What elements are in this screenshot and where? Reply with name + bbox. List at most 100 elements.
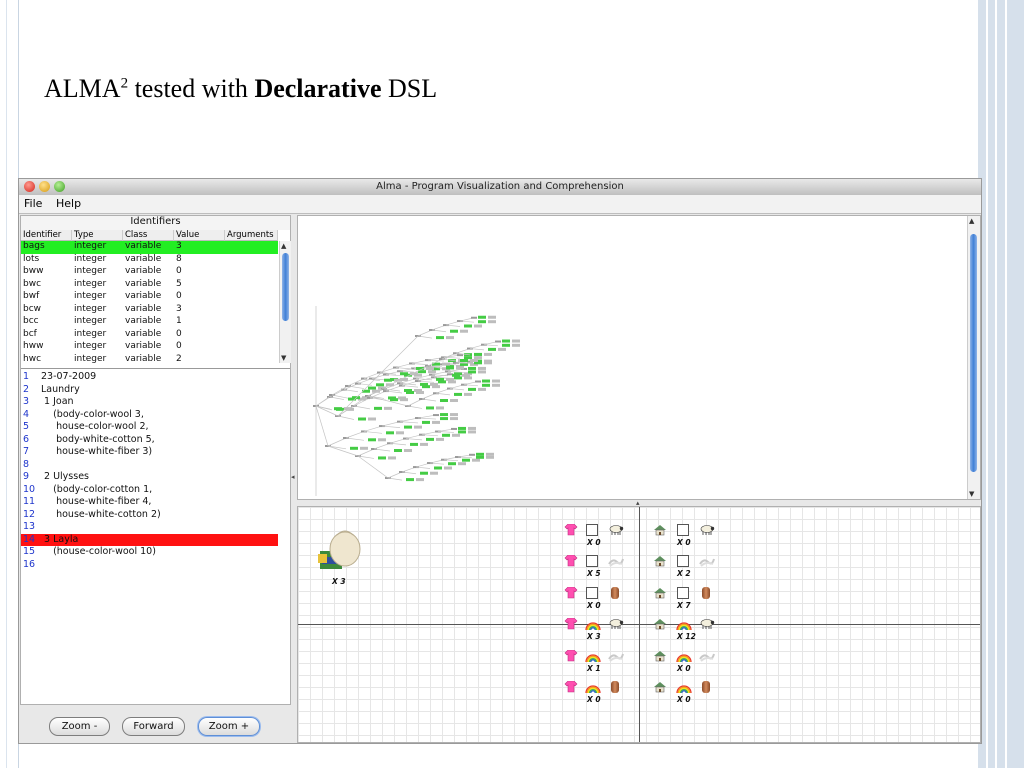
- zoom-minus-button[interactable]: Zoom -: [49, 717, 110, 736]
- title-bar: Alma - Program Visualization and Compreh…: [19, 179, 981, 196]
- count-label: X 1: [587, 664, 601, 673]
- scroll-down-arrow-icon[interactable]: ▼: [281, 354, 286, 362]
- table-row[interactable]: bcf integer variable 0: [21, 329, 278, 342]
- menu-file[interactable]: File: [24, 197, 42, 210]
- zoom-plus-button[interactable]: Zoom +: [198, 717, 260, 736]
- code-line[interactable]: 9 2 Ulysses: [21, 471, 278, 484]
- table-row[interactable]: bww integer variable 0: [21, 266, 278, 279]
- house-icon: [654, 619, 666, 630]
- cell-class: variable: [125, 353, 162, 364]
- tree-scrollbar[interactable]: ▲ ▼: [967, 216, 980, 499]
- identifiers-scrollbar[interactable]: ▲ ▼: [279, 241, 291, 363]
- line-number: 12: [23, 508, 36, 520]
- code-line[interactable]: 4 (body-color-wool 3,: [21, 409, 278, 422]
- scroll-up-arrow-icon[interactable]: ▲: [969, 217, 974, 225]
- cell-type: integer: [74, 291, 107, 301]
- code-line[interactable]: 13: [21, 521, 278, 534]
- scroll-up-arrow-icon[interactable]: ▲: [281, 242, 286, 250]
- rainbow-icon: [585, 654, 601, 663]
- slide-decoration-band: [978, 0, 1024, 768]
- cell-value: 3: [176, 241, 182, 251]
- line-number: 2: [23, 383, 30, 395]
- white-box-icon: [586, 555, 598, 567]
- cell-value: 3: [176, 303, 182, 314]
- code-text: 23-07-2009: [41, 371, 97, 382]
- cell-class: variable: [125, 303, 162, 314]
- line-number: 1: [23, 371, 30, 382]
- code-line[interactable]: 11 house-white-fiber 4,: [21, 496, 278, 509]
- white-box-icon: [586, 587, 598, 599]
- cell-type: integer: [74, 266, 107, 276]
- table-row[interactable]: bwf integer variable 0: [21, 291, 278, 304]
- alma-window: Alma - Program Visualization and Compreh…: [18, 178, 982, 744]
- code-line[interactable]: 7 house-white-fiber 3): [21, 446, 278, 459]
- white-box-icon: [586, 524, 598, 536]
- white-box-icon: [677, 555, 689, 567]
- count-label: X 0: [677, 664, 691, 673]
- cell-id: bwc: [23, 278, 42, 289]
- menu-help[interactable]: Help: [56, 197, 81, 210]
- forward-button[interactable]: Forward: [122, 717, 185, 736]
- cotton-roll-icon: [702, 587, 710, 599]
- cell-type: integer: [74, 353, 107, 364]
- shirt-icon: [564, 681, 578, 693]
- cell-type: integer: [74, 328, 107, 339]
- derivation-tree-view[interactable]: ▲ ▼: [297, 215, 981, 500]
- sheep-icon: [609, 619, 624, 629]
- identifiers-header: Identifiers: [21, 216, 290, 230]
- derivation-tree: [313, 306, 520, 496]
- count-label: X 2: [677, 569, 691, 578]
- code-line[interactable]: 5 house-color-wool 2,: [21, 421, 278, 434]
- cell-type: integer: [74, 316, 107, 326]
- scroll-thumb[interactable]: [282, 253, 289, 321]
- column-header-type[interactable]: Type: [72, 230, 123, 241]
- cell-value: 0: [176, 341, 182, 351]
- rainbow-icon: [676, 622, 692, 631]
- code-line[interactable]: 10 (body-color-cotton 1,: [21, 484, 278, 497]
- column-header-value[interactable]: Value: [174, 230, 225, 241]
- cell-type: integer: [74, 341, 107, 351]
- count-label: X 0: [677, 538, 691, 547]
- scroll-thumb[interactable]: [970, 234, 977, 472]
- code-line[interactable]: 2 Laundry: [21, 384, 278, 397]
- column-header-arguments[interactable]: Arguments: [225, 230, 278, 241]
- code-line[interactable]: 8: [21, 459, 278, 472]
- code-line[interactable]: 6 body-white-cotton 5,: [21, 434, 278, 447]
- line-number: 4: [23, 408, 30, 420]
- cell-type: integer: [74, 278, 107, 289]
- cell-id: bwf: [23, 291, 40, 301]
- scroll-down-arrow-icon[interactable]: ▼: [969, 490, 974, 498]
- count-label: X 12: [677, 632, 696, 641]
- code-line[interactable]: 3 1 Joan: [21, 396, 278, 409]
- code-line[interactable]: 12 house-white-cotton 2): [21, 509, 278, 522]
- source-code-view[interactable]: 1 23-07-2009 2 Laundry 3 1 Joan 4 (body-color…: [21, 368, 290, 705]
- code-line[interactable]: 14 3 Layla: [21, 533, 278, 546]
- table-row[interactable]: hww integer variable 0: [21, 341, 278, 354]
- code-line[interactable]: 15 (house-color-wool 10): [21, 546, 278, 559]
- count-label: X 3: [587, 632, 601, 641]
- cell-class: variable: [125, 328, 162, 339]
- laundry-bag-icon: [318, 530, 361, 569]
- column-header-identifier[interactable]: Identifier: [21, 230, 72, 241]
- table-row[interactable]: bcc integer variable 1: [21, 316, 278, 329]
- table-row[interactable]: lots integer variable 8: [21, 254, 278, 267]
- table-row[interactable]: hwc integer variable 2: [21, 354, 278, 367]
- table-row[interactable]: bcw integer variable 3: [21, 304, 278, 317]
- vertical-splitter-handle-icon[interactable]: ◂: [291, 473, 295, 481]
- column-header-class[interactable]: Class: [123, 230, 174, 241]
- count-label: X 0: [587, 695, 601, 704]
- shirt-icon: [564, 618, 578, 630]
- cotton-roll-icon: [611, 681, 619, 693]
- count-label: X 5: [587, 569, 601, 578]
- code-line[interactable]: 16: [21, 559, 278, 572]
- horizontal-axis: [298, 624, 980, 625]
- cell-value: 1: [176, 316, 182, 326]
- line-number: 8: [23, 458, 30, 470]
- count-label: X 0: [587, 601, 601, 610]
- table-row[interactable]: bags integer variable 3: [21, 241, 278, 254]
- cell-type: integer: [74, 303, 107, 314]
- cell-id: bcw: [23, 303, 42, 314]
- code-text: (body-color-cotton 1,: [41, 483, 153, 495]
- table-row[interactable]: bwc integer variable 5: [21, 279, 278, 292]
- code-line[interactable]: 1 23-07-2009: [21, 371, 278, 384]
